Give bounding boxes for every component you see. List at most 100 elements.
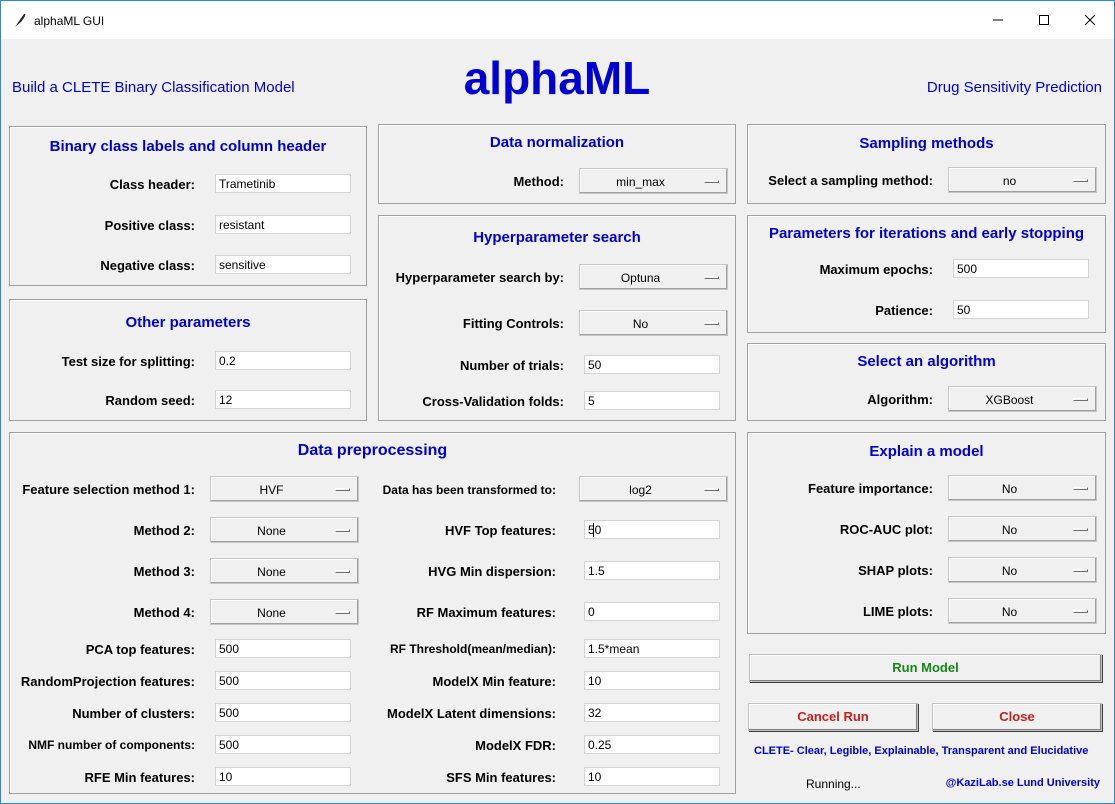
maximize-button[interactable] <box>1021 1 1067 39</box>
trials-label: Number of trials: <box>459 358 564 373</box>
feature-importance-dropdown[interactable]: No <box>948 475 1097 501</box>
rfe-min-label: RFE Min features: <box>84 770 195 785</box>
preprocessing-title: Data preprocessing <box>297 442 448 459</box>
lime-value: No <box>1001 605 1018 619</box>
rf-threshold-input[interactable]: 1.5*mean <box>584 639 720 658</box>
dropdown-indicator-icon <box>1073 179 1088 182</box>
pca-input[interactable]: 500 <box>215 639 351 658</box>
rf-max-label: RF Maximum features: <box>416 605 556 620</box>
negative-class-input[interactable]: sensitive <box>215 255 351 274</box>
close-icon <box>1084 14 1096 26</box>
close-window-button[interactable] <box>1067 1 1113 39</box>
dropdown-indicator-icon <box>1073 569 1088 572</box>
method3-dropdown[interactable]: None <box>210 558 359 584</box>
modelx-fdr-label: ModelX FDR: <box>475 738 556 753</box>
dropdown-indicator-icon <box>335 529 350 532</box>
modelx-min-input[interactable]: 10 <box>584 671 720 690</box>
hvg-min-input[interactable]: 1.5 <box>584 561 720 580</box>
minimize-button[interactable] <box>975 1 1021 39</box>
sampling-title: Sampling methods <box>859 135 994 152</box>
shap-dropdown[interactable]: No <box>948 557 1097 583</box>
hyper-search-dropdown[interactable]: Optuna <box>579 264 728 290</box>
hyperparameter-title: Hyperparameter search <box>473 229 641 246</box>
algorithm-dropdown[interactable]: XGBoost <box>948 386 1097 412</box>
clusters-input[interactable]: 500 <box>215 703 351 722</box>
modelx-fdr-input[interactable]: 0.25 <box>584 735 720 754</box>
rf-threshold-label: RF Threshold(mean/median): <box>389 642 556 656</box>
test-size-label: Test size for splitting: <box>61 354 195 369</box>
dropdown-indicator-icon <box>1073 398 1088 401</box>
fitting-controls-dropdown[interactable]: No <box>579 310 728 336</box>
trials-input[interactable]: 50 <box>584 355 720 374</box>
dropdown-indicator-icon <box>1073 610 1088 613</box>
other-parameters-title: Other parameters <box>125 314 251 331</box>
status-text: Running... <box>806 777 861 791</box>
roc-auc-dropdown[interactable]: No <box>948 516 1097 542</box>
max-epochs-input[interactable]: 500 <box>953 259 1089 278</box>
shap-value: No <box>1001 564 1018 578</box>
modelx-latent-label: ModelX Latent dimensions: <box>386 706 556 721</box>
fs-method1-dropdown[interactable]: HVF <box>210 476 359 502</box>
patience-input[interactable]: 50 <box>953 300 1089 319</box>
sampling-method-dropdown[interactable]: no <box>948 167 1097 193</box>
maximize-icon <box>1039 15 1049 25</box>
shap-label: SHAP plots: <box>858 563 933 578</box>
lime-dropdown[interactable]: No <box>948 598 1097 624</box>
feather-icon <box>15 13 26 27</box>
normalization-title: Data normalization <box>489 134 625 151</box>
method2-dropdown[interactable]: None <box>210 517 359 543</box>
feature-importance-label: Feature importance: <box>808 481 933 496</box>
algorithm-value: XGBoost <box>985 393 1034 407</box>
positive-class-input[interactable]: resistant <box>215 215 351 234</box>
fs-method1-label: Feature selection method 1: <box>22 482 195 497</box>
normalization-method-label: Method: <box>513 174 564 189</box>
sampling-method-value: no <box>1002 174 1017 188</box>
dropdown-indicator-icon <box>704 276 719 279</box>
sampling-method-label: Select a sampling method: <box>768 173 933 188</box>
run-model-button[interactable]: Run Model <box>749 654 1102 682</box>
fs-method1-value: HVF <box>259 483 284 497</box>
method4-label: Method 4: <box>133 605 195 620</box>
window-title: alphaML GUI <box>34 14 105 28</box>
method3-value: None <box>257 565 286 579</box>
app-window: alphaML GUI Build a CLETE Binary Classif… <box>0 0 1115 804</box>
header-subtitle-left: Build a CLETE Binary Classification Mode… <box>12 79 295 96</box>
fitting-controls-label: Fitting Controls: <box>462 316 564 331</box>
class-header-input[interactable]: Trametinib <box>215 174 351 193</box>
cancel-run-button[interactable]: Cancel Run <box>748 703 918 731</box>
nmf-components-input[interactable]: 500 <box>215 735 351 754</box>
close-button[interactable]: Close <box>932 703 1102 731</box>
modelx-latent-input[interactable]: 32 <box>584 703 720 722</box>
hvg-min-label: HVG Min dispersion: <box>428 564 556 579</box>
rfe-min-input[interactable]: 10 <box>215 767 351 786</box>
method4-dropdown[interactable]: None <box>210 599 359 625</box>
fitting-controls-value: No <box>632 317 649 331</box>
cv-folds-input[interactable]: 5 <box>584 391 720 410</box>
transformed-dropdown[interactable]: log2 <box>579 476 728 502</box>
hyper-search-label: Hyperparameter search by: <box>395 270 564 285</box>
dropdown-indicator-icon <box>1073 487 1088 490</box>
cv-folds-label: Cross-Validation folds: <box>422 394 564 409</box>
negative-class-label: Negative class: <box>100 258 195 273</box>
dropdown-indicator-icon <box>335 570 350 573</box>
hvf-top-label: HVF Top features: <box>445 523 556 538</box>
test-size-input[interactable]: 0.2 <box>215 351 351 370</box>
hvf-top-input[interactable]: 50 <box>584 520 720 539</box>
sfs-min-input[interactable]: 10 <box>584 767 720 786</box>
method4-value: None <box>257 606 286 620</box>
dropdown-indicator-icon <box>704 488 719 491</box>
rf-max-input[interactable]: 0 <box>584 602 720 621</box>
sfs-min-label: SFS Min features: <box>446 770 556 785</box>
modelx-min-label: ModelX Min feature: <box>432 674 556 689</box>
random-projection-input[interactable]: 500 <box>215 671 351 690</box>
random-seed-input[interactable]: 12 <box>215 390 351 409</box>
normalization-method-dropdown[interactable]: min_max <box>579 168 728 194</box>
text-cursor <box>593 523 594 537</box>
dropdown-indicator-icon <box>1073 528 1088 531</box>
method2-value: None <box>257 524 286 538</box>
normalization-method-value: min_max <box>616 175 665 189</box>
clusters-label: Number of clusters: <box>72 706 195 721</box>
roc-auc-value: No <box>1001 523 1018 537</box>
dropdown-indicator-icon <box>335 488 350 491</box>
positive-class-label: Positive class: <box>104 218 195 233</box>
